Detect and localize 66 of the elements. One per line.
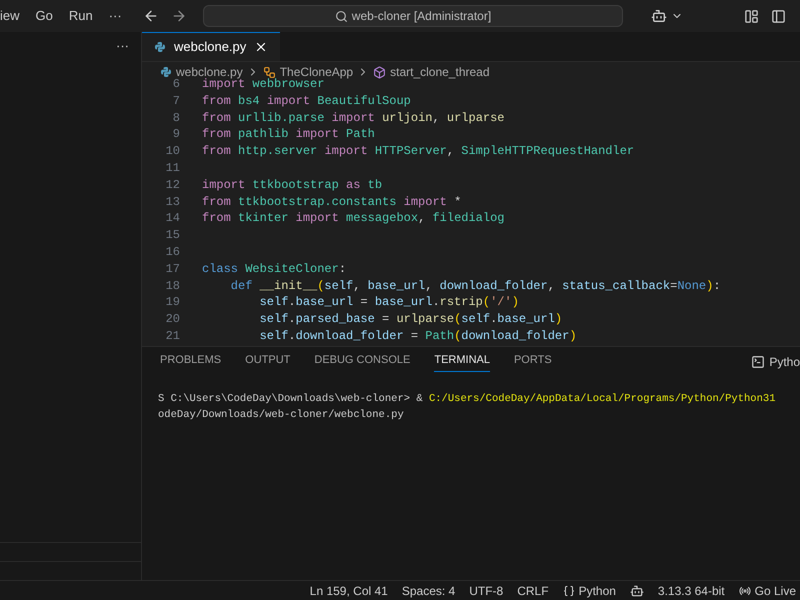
- line-number: 21: [164, 328, 180, 345]
- cube-icon: [373, 66, 386, 78]
- code-line: from ttkbootstrap.constants import *: [202, 194, 462, 210]
- menu-item[interactable]: ···: [108, 6, 122, 26]
- panel-tab[interactable]: TERMINAL: [434, 352, 490, 372]
- code-line: from bs4 import BeautifulSoup: [202, 92, 411, 110]
- braces-icon: [562, 584, 575, 596]
- panel-tab[interactable]: PROBLEMS: [160, 352, 222, 372]
- sidebar-toggle-icon[interactable]: [771, 8, 786, 24]
- status-item[interactable]: Ln 159, Col 41: [310, 582, 388, 600]
- robot-icon[interactable]: [651, 8, 667, 24]
- terminal-line: odeDay/Downloads/web-cloner/webclone.py: [158, 408, 405, 423]
- line-number: 12: [164, 176, 180, 194]
- menu-item[interactable]: Go: [36, 6, 53, 26]
- editor-tab[interactable]: webclone.py: [142, 32, 280, 61]
- menu-item[interactable]: iew: [0, 6, 20, 26]
- terminal-profile[interactable]: Pytho: [769, 353, 800, 371]
- search-icon: [334, 10, 348, 22]
- panel-tab[interactable]: OUTPUT: [245, 352, 290, 372]
- breadcrumb-item[interactable]: start_clone_thread: [390, 63, 490, 81]
- status-item[interactable]: Go Live: [738, 582, 796, 600]
- line-number: 17: [164, 260, 180, 278]
- command-center-text: web-cloner [Administrator]: [352, 8, 492, 25]
- terminal-icon[interactable]: [751, 355, 766, 369]
- code-line: import ttkbootstrap as tb: [202, 176, 382, 194]
- code-line: def __init__(self, base_url, download_folder, status_callback=None):: [230, 278, 721, 294]
- line-number: 16: [164, 244, 180, 261]
- line-number: 15: [164, 227, 180, 244]
- status-item[interactable]: CRLF: [517, 582, 549, 600]
- line-number: 18: [164, 278, 180, 294]
- broadcast-icon: [738, 584, 751, 596]
- code-line: class WebsiteCloner:: [202, 260, 346, 278]
- status-item[interactable]: UTF-8: [469, 582, 504, 600]
- code-line: from tkinter import messagebox, filedialog: [202, 210, 504, 228]
- panel-tab[interactable]: DEBUG CONSOLE: [314, 352, 410, 372]
- panel-tab[interactable]: PORTS: [514, 352, 552, 372]
- status-item[interactable]: 3.13.3 64-bit: [658, 582, 725, 600]
- code-line: from pathlib import Path: [202, 126, 375, 144]
- terminal-line: S C:\Users\CodeDay\Downloads\web-cloner> & C:/Users/CodeDay/AppData/Local/Programs/Python/Python31: [158, 392, 777, 407]
- command-center[interactable]: web-cloner [Administrator]: [203, 5, 623, 27]
- forward-icon[interactable]: [171, 8, 187, 24]
- robot-icon[interactable]: [630, 584, 644, 598]
- line-number: 20: [164, 311, 180, 328]
- python-file-icon: [154, 41, 166, 53]
- line-number: 11: [164, 160, 180, 177]
- code-line: self.parsed_base = urlparse(self.base_url): [258, 311, 562, 328]
- code-line: self.base_url = base_url.rstrip('/'): [258, 294, 519, 312]
- line-number: 7: [172, 92, 180, 110]
- python-file-icon: [160, 66, 172, 78]
- code-line: self.download_folder = Path(download_folder): [258, 328, 577, 345]
- line-number: 10: [164, 143, 180, 160]
- status-item[interactable]: Python: [562, 582, 616, 600]
- line-number: 14: [164, 210, 180, 228]
- line-number: 6: [172, 77, 180, 93]
- code-line: from http.server import HTTPServer, SimpleHTTPRequestHandler: [202, 143, 634, 160]
- back-icon[interactable]: [143, 8, 159, 24]
- more-actions[interactable]: ···: [116, 36, 129, 56]
- line-number: 13: [164, 194, 180, 210]
- line-number: 19: [164, 294, 180, 312]
- line-number: 9: [172, 126, 180, 144]
- status-item[interactable]: Spaces: 4: [402, 582, 456, 600]
- line-number: 8: [172, 110, 180, 126]
- menu-item[interactable]: Run: [68, 6, 93, 26]
- class-icon: [262, 66, 276, 78]
- code-line: from urllib.parse import urljoin, urlparse: [202, 110, 504, 126]
- layout-icon[interactable]: [744, 8, 759, 24]
